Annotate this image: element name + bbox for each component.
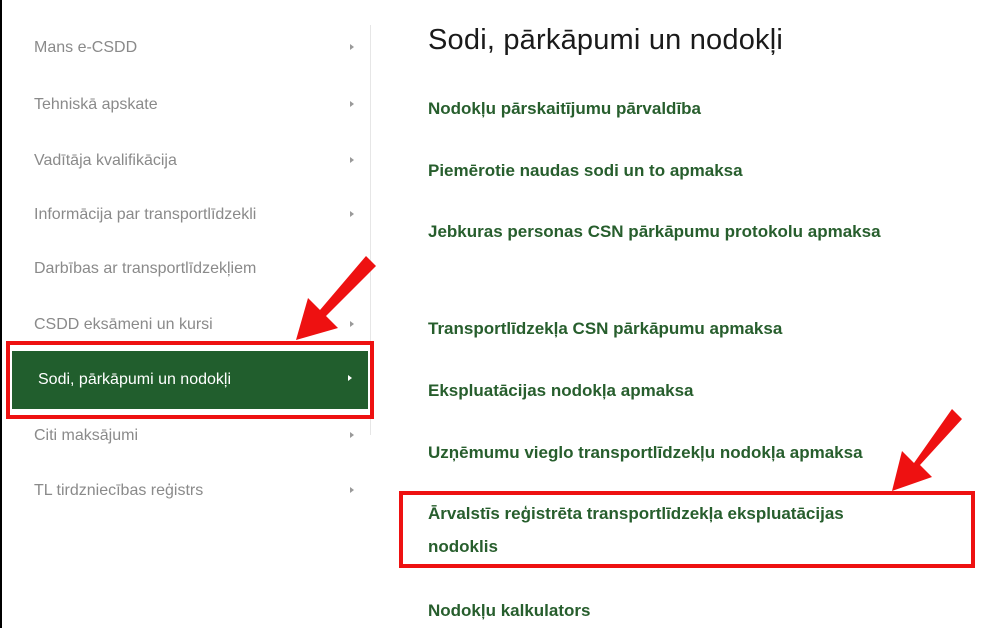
sidebar-item-label: Darbības ar transportlīdzekļiem xyxy=(34,260,257,277)
sidebar-item-label: Vadītāja kvalifikācija xyxy=(34,152,177,169)
sidebar-item-label: Mans e-CSDD xyxy=(34,39,138,56)
chevron-right-icon xyxy=(350,101,354,107)
left-frame-border xyxy=(0,0,2,628)
chevron-right-icon xyxy=(350,157,354,163)
sidebar-item-tl-tirdzniecibas-registrs[interactable]: TL tirdzniecības reģistrs xyxy=(8,463,370,519)
sidebar-item-label: Informācija par transportlīdzekli xyxy=(34,206,257,223)
sidebar-item-informacija-par-tl[interactable]: Informācija par transportlīdzekli xyxy=(8,187,370,243)
link-nodoklu-parskaitijumu[interactable]: Nodokļu pārskaitījumu pārvaldība xyxy=(428,92,701,125)
link-tl-csn-parkapumu[interactable]: Transportlīdzekļa CSN pārkāpumu apmaksa xyxy=(428,312,782,345)
sidebar-item-mans-ecsdd[interactable]: Mans e-CSDD xyxy=(8,20,370,76)
sidebar-item-darbibas-ar-tl[interactable]: Darbības ar transportlīdzekļiem xyxy=(8,241,370,297)
chevron-right-icon xyxy=(350,211,354,217)
link-jebkuras-personas-csn[interactable]: Jebkuras personas CSN pārkāpumu protokol… xyxy=(428,215,908,248)
sidebar-item-label: TL tirdzniecības reģistrs xyxy=(34,482,204,499)
link-uznemumu-vieglo-tl[interactable]: Uzņēmumu vieglo transportlīdzekļu nodokļ… xyxy=(428,436,863,469)
chevron-right-icon xyxy=(350,44,354,50)
sidebar-divider xyxy=(370,25,371,435)
chevron-right-icon xyxy=(348,375,352,381)
sidebar-item-sodi-parkapumi[interactable]: Sodi, pārkāpumi un nodokļi xyxy=(12,351,368,409)
link-nodoklu-kalkulators[interactable]: Nodokļu kalkulators xyxy=(428,594,590,627)
page-title: Sodi, pārkāpumi un nodokļi xyxy=(428,24,784,56)
sidebar-item-label: Tehniskā apskate xyxy=(34,96,158,113)
sidebar-item-label: Sodi, pārkāpumi un nodokļi xyxy=(38,371,232,388)
chevron-right-icon xyxy=(350,432,354,438)
sidebar-item-label: CSDD eksāmeni un kursi xyxy=(34,316,213,333)
link-piemerotie-sodi[interactable]: Piemērotie naudas sodi un to apmaksa xyxy=(428,154,743,187)
link-arvalstis-registreta-tl[interactable]: Ārvalstīs reģistrēta transportlīdzekļa e… xyxy=(428,497,908,563)
sidebar-item-tehniska-apskate[interactable]: Tehniskā apskate xyxy=(8,77,370,133)
sidebar-item-label: Citi maksājumi xyxy=(34,427,139,444)
link-ekspluatacijas-nodokla[interactable]: Ekspluatācijas nodokļa apmaksa xyxy=(428,374,694,407)
sidebar-item-citi-maksajumi[interactable]: Citi maksājumi xyxy=(8,408,370,464)
red-arrow-icon xyxy=(892,409,962,491)
sidebar-item-csdd-eksameni[interactable]: CSDD eksāmeni un kursi xyxy=(8,297,370,353)
chevron-right-icon xyxy=(350,321,354,327)
sidebar-item-vaditaja-kvalifikacija[interactable]: Vadītāja kvalifikācija xyxy=(8,133,370,189)
chevron-right-icon xyxy=(350,487,354,493)
